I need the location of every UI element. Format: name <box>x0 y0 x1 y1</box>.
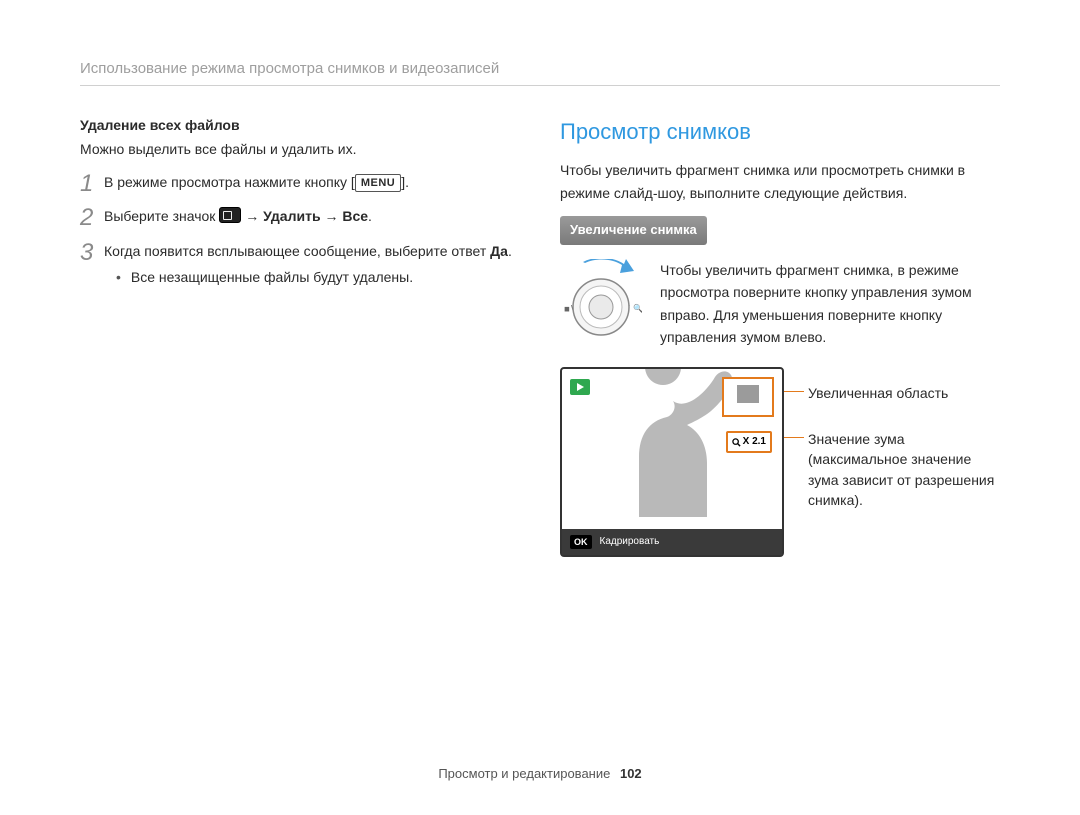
arrow: → <box>321 208 343 224</box>
step-bold-1: Удалить <box>263 208 320 224</box>
left-column: Удаление всех файлов Можно выделить все … <box>80 114 520 557</box>
preview-block: X 2.1 OK Кадрировать Увеличенная область… <box>560 367 1000 557</box>
left-sub-heading: Удаление всех файлов <box>80 117 240 133</box>
preview-frame: X 2.1 OK Кадрировать <box>560 367 784 557</box>
step-3-bullets: Все незащищенные файлы будут удалены. <box>104 266 520 288</box>
step-bold: Да <box>490 243 508 259</box>
page-footer: Просмотр и редактирование 102 <box>0 766 1080 781</box>
step-3: 3 Когда появится всплывающее сообщение, … <box>80 240 520 297</box>
arrow: → <box>241 208 263 224</box>
step-number: 1 <box>80 171 104 197</box>
callouts: Увеличенная область Значение зума (макси… <box>798 367 1000 553</box>
page-number: 102 <box>620 766 642 781</box>
content-columns: Удаление всех файлов Можно выделить все … <box>80 114 1000 557</box>
right-column: Просмотр снимков Чтобы увеличить фрагмен… <box>560 114 1000 557</box>
step-body: Выберите значок → Удалить → Все. <box>104 205 520 227</box>
zoom-value-text: X 2.1 <box>743 434 766 450</box>
step-suffix: . <box>368 208 372 224</box>
bullet-text: Все незащищенные файлы будут удалены. <box>131 266 413 288</box>
menu-icon: MENU <box>355 174 401 192</box>
footer-action-label: Кадрировать <box>600 534 660 550</box>
leader-line <box>784 391 804 392</box>
page: Использование режима просмотра снимков и… <box>0 0 1080 815</box>
step-text-after: ]. <box>401 174 409 190</box>
breadcrumb: Использование режима просмотра снимков и… <box>80 60 1000 86</box>
callout-zoom: Значение зума (максимальное значение зум… <box>808 429 1000 510</box>
preview-footer-bar: OK Кадрировать <box>562 529 782 555</box>
subsection-heading: Увеличение снимка <box>560 216 707 245</box>
zoom-value-badge: X 2.1 <box>726 431 772 453</box>
step-number: 3 <box>80 240 104 266</box>
svg-text:◼: ◼ <box>564 306 570 313</box>
section-title: Просмотр снимков <box>560 114 1000 149</box>
play-icon <box>570 379 590 395</box>
bullet-item: Все незащищенные файлы будут удалены. <box>116 266 520 288</box>
step-bold-2: Все <box>342 208 368 224</box>
step-number: 2 <box>80 205 104 231</box>
step-2: 2 Выберите значок → Удалить → Все. <box>80 205 520 231</box>
zoom-dial-illustration: ◼ W T 🔍 <box>560 259 642 351</box>
svg-text:🔍: 🔍 <box>633 303 642 313</box>
arrow-icon <box>583 259 634 273</box>
enlarged-area-indicator <box>737 385 759 403</box>
step-text: Когда появится всплывающее сообщение, вы… <box>104 243 490 259</box>
step-suffix: . <box>508 243 512 259</box>
magnifier-icon <box>732 438 741 447</box>
step-body: В режиме просмотра нажмите кнопку [MENU]… <box>104 171 520 193</box>
left-intro: Можно выделить все файлы и удалить их. <box>80 138 520 160</box>
picture-in-picture <box>722 377 774 417</box>
steps-list: 1 В режиме просмотра нажмите кнопку [MEN… <box>80 171 520 297</box>
zoom-description: Чтобы увеличить фрагмент снимка, в режим… <box>660 259 1000 349</box>
step-text: Выберите значок <box>104 208 219 224</box>
storage-icon <box>219 207 241 223</box>
footer-section: Просмотр и редактирование <box>438 766 610 781</box>
step-body: Когда появится всплывающее сообщение, вы… <box>104 240 520 297</box>
callout-area: Увеличенная область <box>808 383 948 403</box>
right-intro: Чтобы увеличить фрагмент снимка или прос… <box>560 159 1000 204</box>
zoom-block: ◼ W T 🔍 Чтобы увеличить фрагмент снимка,… <box>560 259 1000 351</box>
ok-button-icon: OK <box>570 535 592 549</box>
leader-line <box>784 437 804 438</box>
step-text: В режиме просмотра нажмите кнопку [ <box>104 174 355 190</box>
step-1: 1 В режиме просмотра нажмите кнопку [MEN… <box>80 171 520 197</box>
